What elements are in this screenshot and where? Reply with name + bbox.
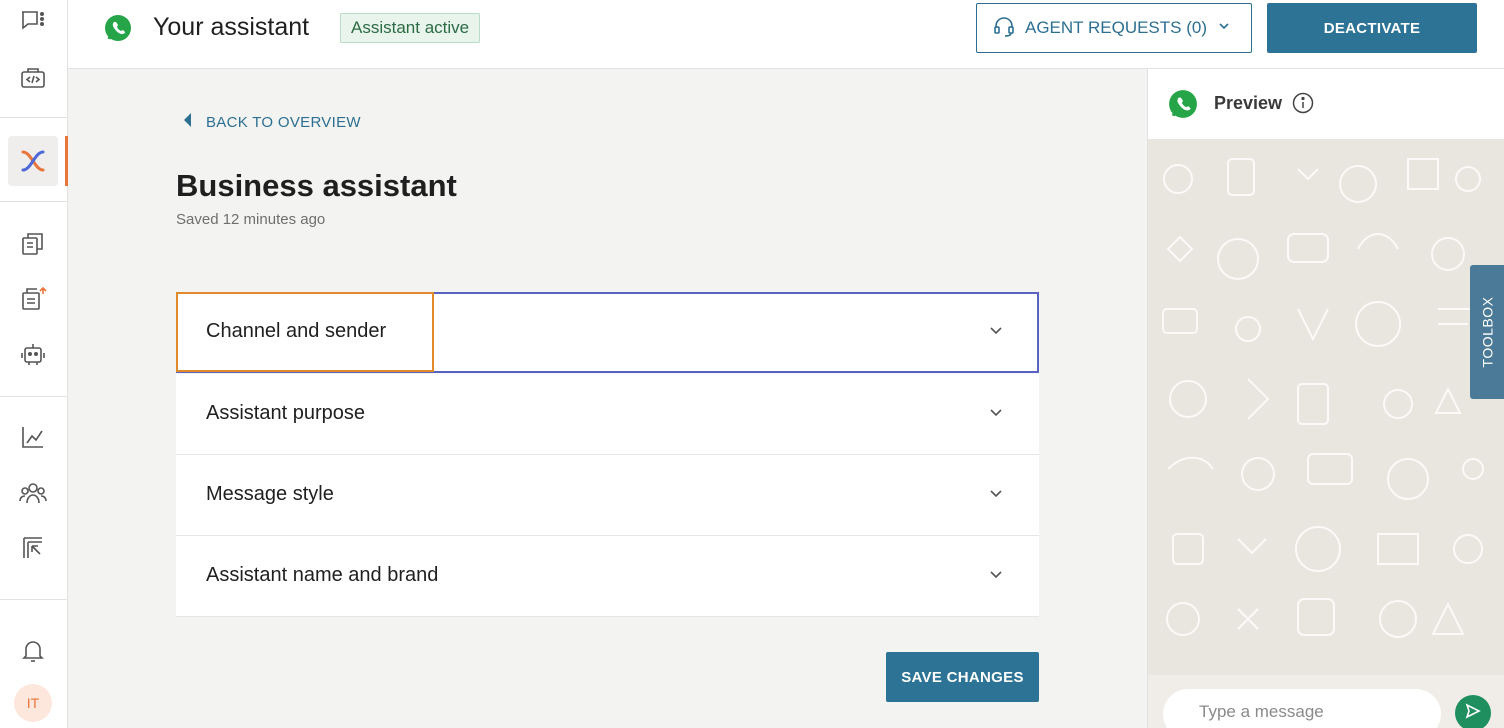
accordion-label: Assistant name and brand	[206, 564, 439, 586]
whatsapp-icon	[104, 14, 132, 47]
accordion-channel-and-sender[interactable]: Channel and sender	[176, 292, 1039, 373]
back-to-overview-link[interactable]: BACK TO OVERVIEW	[182, 112, 361, 132]
templates-icon[interactable]	[18, 229, 48, 259]
toolbox-tab[interactable]: TOOLBOX	[1470, 265, 1504, 399]
chevron-down-icon	[1217, 18, 1231, 38]
chat-wallpaper	[1148, 139, 1504, 679]
agent-requests-label: AGENT REQUESTS (0)	[1025, 18, 1207, 37]
caret-left-icon	[182, 112, 192, 132]
left-nav-rail: IT	[0, 0, 68, 728]
chevron-down-icon	[988, 404, 1004, 425]
divider	[0, 599, 67, 600]
accordion-assistant-purpose[interactable]: Assistant purpose	[176, 374, 1039, 455]
chevron-down-icon	[988, 566, 1004, 587]
send-button[interactable]	[1455, 695, 1491, 728]
toolbox-label: TOOLBOX	[1479, 296, 1495, 368]
divider	[0, 117, 67, 118]
send-icon	[1464, 702, 1482, 725]
whatsapp-icon	[1168, 89, 1198, 124]
agent-requests-button[interactable]: AGENT REQUESTS (0)	[976, 3, 1252, 53]
accordion-assistant-name-and-brand[interactable]: Assistant name and brand	[176, 536, 1039, 617]
deactivate-button[interactable]: DEACTIVATE	[1267, 3, 1477, 53]
divider	[0, 396, 67, 397]
divider	[0, 201, 67, 202]
preview-header: Preview	[1148, 69, 1504, 139]
code-developer-icon[interactable]	[18, 63, 48, 93]
people-icon[interactable]	[18, 478, 48, 508]
chevron-down-icon	[988, 485, 1004, 506]
accordion-label: Message style	[206, 483, 334, 505]
chevron-down-icon	[988, 322, 1004, 343]
page-title: Your assistant	[153, 13, 310, 41]
message-input[interactable]: Type a message	[1163, 689, 1441, 728]
active-item-indicator	[65, 136, 68, 186]
accordion-message-style[interactable]: Message style	[176, 455, 1039, 536]
accordion-label: Assistant purpose	[206, 402, 365, 424]
message-composer: Type a message	[1148, 675, 1504, 728]
bot-icon[interactable]	[18, 339, 48, 369]
notifications-bell-icon[interactable]	[18, 635, 48, 665]
analytics-icon[interactable]	[18, 422, 48, 452]
preview-panel: Preview Type a message	[1147, 69, 1504, 728]
accordion-label: Channel and sender	[206, 320, 387, 342]
assistant-heading: Business assistant	[176, 168, 457, 203]
save-changes-button[interactable]: SAVE CHANGES	[886, 652, 1039, 702]
campaigns-icon[interactable]	[18, 283, 48, 313]
conversations-icon[interactable]	[18, 6, 48, 36]
answers-logo-icon[interactable]	[18, 146, 48, 176]
back-label: BACK TO OVERVIEW	[206, 113, 361, 131]
info-icon[interactable]	[1292, 92, 1314, 119]
page-header: Your assistant Assistant active AGENT RE…	[68, 0, 1504, 69]
headset-icon	[993, 15, 1015, 42]
exports-icon[interactable]	[18, 533, 48, 563]
status-badge: Assistant active	[340, 13, 481, 43]
saved-timestamp: Saved 12 minutes ago	[176, 211, 326, 228]
preview-title: Preview	[1214, 93, 1283, 113]
user-avatar[interactable]: IT	[14, 684, 52, 722]
